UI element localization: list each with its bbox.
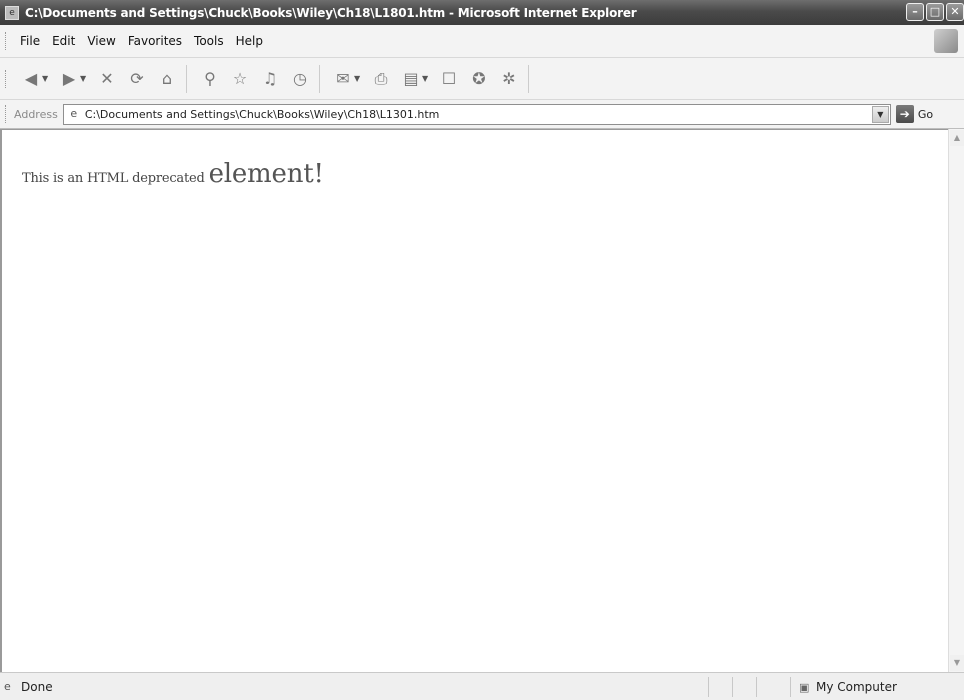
page-text-small: This is an HTML deprecated <box>22 171 209 186</box>
address-label: Address <box>14 107 58 121</box>
scroll-down-icon[interactable]: ▼ <box>950 655 964 671</box>
page-viewport[interactable]: This is an HTML deprecated element! <box>0 129 948 672</box>
refresh-icon[interactable]: ⟳ <box>124 66 150 92</box>
menu-file[interactable]: File <box>14 34 46 48</box>
status-panels <box>708 677 780 697</box>
menu-tools[interactable]: Tools <box>188 34 230 48</box>
window-title: C:\Documents and Settings\Chuck\Books\Wi… <box>25 5 637 20</box>
windows-logo-icon <box>934 29 958 53</box>
stop-icon[interactable]: ✕ <box>94 66 120 92</box>
close-button[interactable]: ✕ <box>946 3 964 21</box>
page-done-icon: e <box>4 679 11 693</box>
status-panel <box>756 677 780 697</box>
address-grip[interactable] <box>5 105 8 123</box>
forward-icon[interactable]: ▶ <box>56 66 82 92</box>
print-icon[interactable]: ⎙ <box>368 66 394 92</box>
toolbar-separator <box>319 64 320 93</box>
status-panel <box>708 677 732 697</box>
back-icon[interactable]: ◀ <box>18 66 44 92</box>
menu-help[interactable]: Help <box>230 34 269 48</box>
status-text: Done <box>21 679 53 694</box>
back-dropdown-icon[interactable]: ▼ <box>42 74 52 83</box>
toolbar-separator <box>186 64 187 93</box>
maximize-button[interactable]: □ <box>926 3 944 21</box>
address-bar: Address e C:\Documents and Settings\Chuc… <box>0 100 964 129</box>
minimize-button[interactable]: – <box>906 3 924 21</box>
page-text-big: element! <box>208 159 324 189</box>
toolbar-grip[interactable] <box>5 69 8 88</box>
security-zone[interactable]: ▣ My Computer <box>790 677 897 697</box>
edit-dropdown-icon[interactable]: ▼ <box>422 74 432 83</box>
media-icon[interactable]: ♫ <box>257 66 283 92</box>
zone-label: My Computer <box>816 680 897 694</box>
mail-dropdown-icon[interactable]: ▼ <box>354 74 364 83</box>
menu-grip[interactable] <box>5 32 8 50</box>
menu-view[interactable]: View <box>81 34 121 48</box>
vertical-scrollbar[interactable]: ▲ ▼ <box>948 129 964 672</box>
toolbar-separator <box>528 64 529 93</box>
standard-toolbar: ◀ ▼ ▶ ▼ ✕ ⟳ ⌂ ⚲ ☆ ♫ ◷ ✉ ▼ ⎙ ▤ ▼ ☐ ✪ ✲ <box>0 58 964 100</box>
messenger-icon[interactable]: ✪ <box>466 66 492 92</box>
address-value[interactable]: C:\Documents and Settings\Chuck\Books\Wi… <box>85 108 440 121</box>
page-text: This is an HTML deprecated element! <box>22 159 324 189</box>
title-bar: e C:\Documents and Settings\Chuck\Books\… <box>0 0 964 25</box>
go-button[interactable]: Go <box>918 108 933 121</box>
search-icon[interactable]: ⚲ <box>197 66 223 92</box>
address-input[interactable]: e C:\Documents and Settings\Chuck\Books\… <box>62 103 891 125</box>
menu-bar: File Edit View Favorites Tools Help <box>0 25 964 58</box>
research-icon[interactable]: ✲ <box>496 66 522 92</box>
status-panel <box>732 677 756 697</box>
status-bar: e Done ▣ My Computer <box>0 672 964 700</box>
computer-icon: ▣ <box>799 680 810 694</box>
mail-icon[interactable]: ✉ <box>330 66 356 92</box>
chevron-down-icon[interactable]: ▼ <box>871 105 889 123</box>
window-controls: – □ ✕ <box>906 3 964 21</box>
go-arrow-icon[interactable]: ➔ <box>895 105 914 123</box>
ie-page-icon: e <box>5 5 19 20</box>
menu-favorites[interactable]: Favorites <box>122 34 188 48</box>
forward-dropdown-icon[interactable]: ▼ <box>80 74 90 83</box>
favorites-icon[interactable]: ☆ <box>227 66 253 92</box>
discuss-icon[interactable]: ☐ <box>436 66 462 92</box>
menu-edit[interactable]: Edit <box>46 34 81 48</box>
edit-icon[interactable]: ▤ <box>398 66 424 92</box>
scroll-up-icon[interactable]: ▲ <box>950 130 964 146</box>
history-icon[interactable]: ◷ <box>287 66 313 92</box>
page-icon: e <box>70 107 78 120</box>
home-icon[interactable]: ⌂ <box>154 66 180 92</box>
